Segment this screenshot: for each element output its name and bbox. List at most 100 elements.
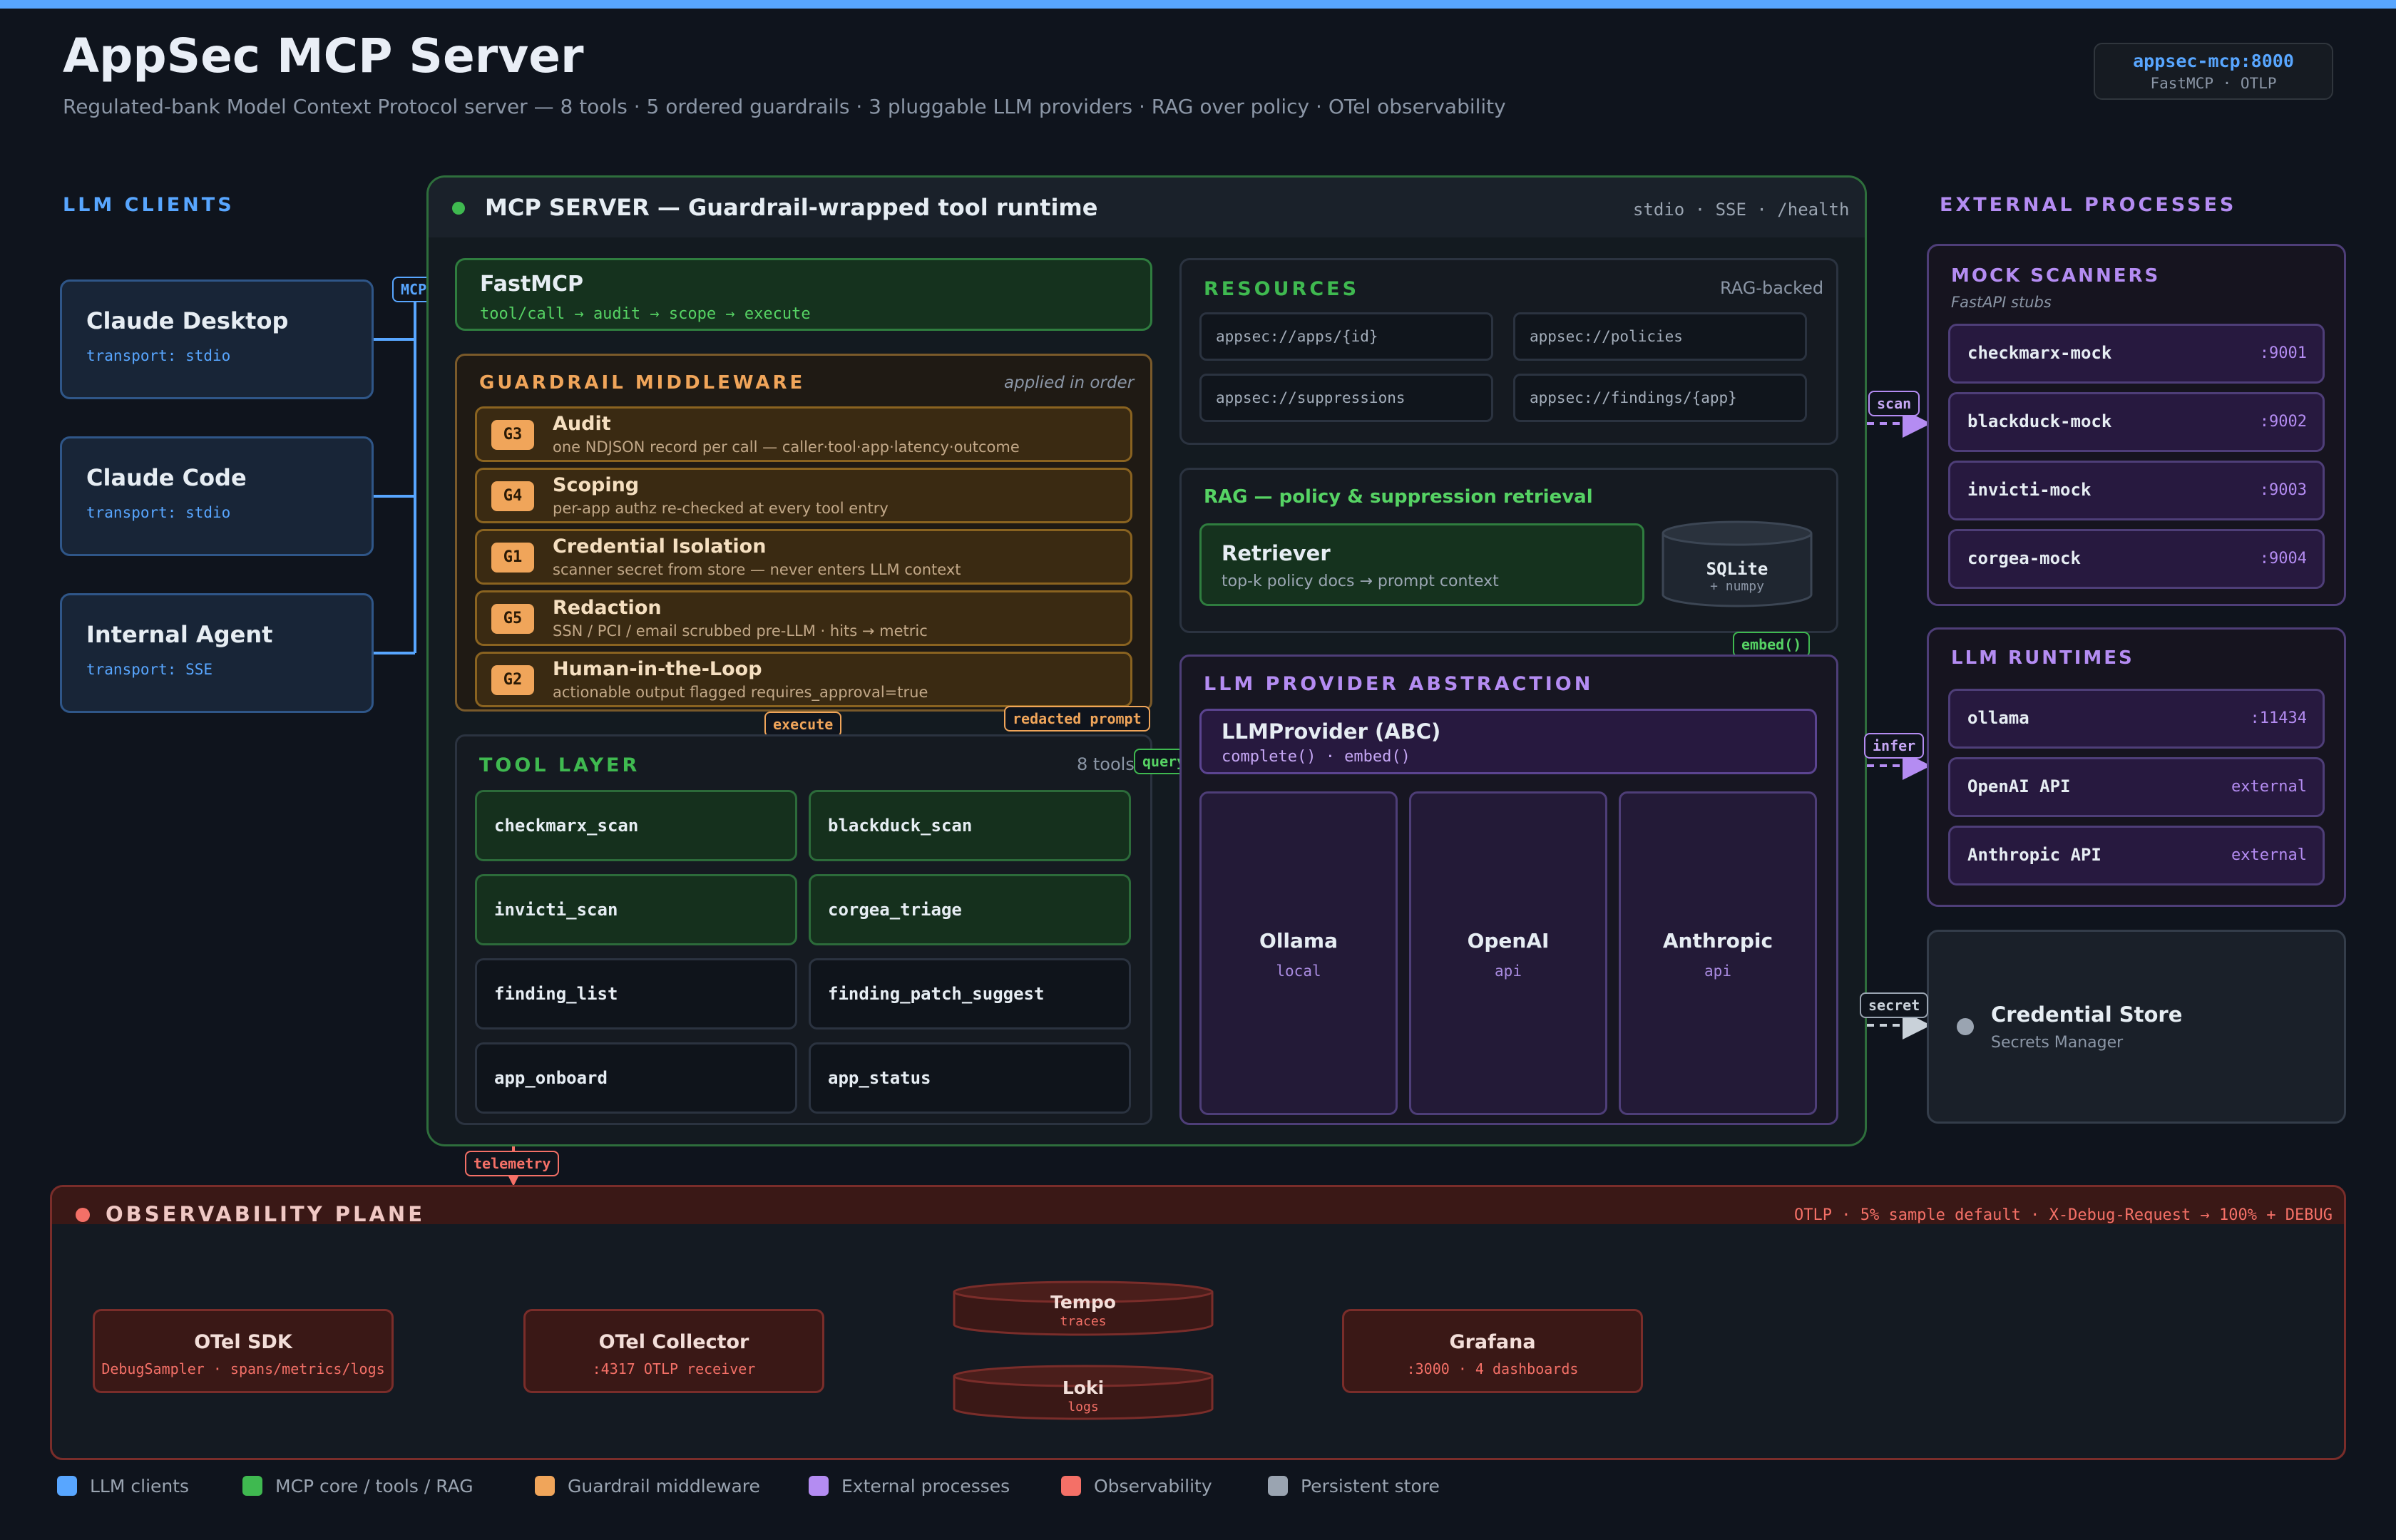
resource-uri[interactable]: appsec://policies <box>1513 312 1807 361</box>
node-name: Grafana <box>1449 1331 1536 1353</box>
runtime-port: :11434 <box>2250 709 2307 727</box>
mock-scanners-sub: FastAPI stubs <box>1951 294 2052 311</box>
runtime-name: Anthropic API <box>1967 845 2101 865</box>
provider-kind: local <box>1276 962 1321 980</box>
retriever-card[interactable]: Retriever top-k policy docs → prompt con… <box>1199 523 1644 606</box>
guardrail-redaction[interactable]: G5 Redaction SSN / PCI / email scrubbed … <box>475 590 1132 646</box>
guardrail-desc: per-app authz re-checked at every tool e… <box>553 500 889 517</box>
guardrail-heading: GUARDRAIL MIDDLEWARE <box>479 372 806 394</box>
credential-store-sub: Secrets Manager <box>1991 1034 2124 1052</box>
provider-name: OpenAI <box>1467 929 1550 953</box>
clients-heading: LLM CLIENTS <box>63 194 235 216</box>
legend-swatch <box>809 1476 829 1496</box>
node-name: OTel Collector <box>598 1331 749 1353</box>
observability-dot-icon <box>76 1208 90 1222</box>
llm-runtimes-heading: LLM RUNTIMES <box>1951 647 2134 669</box>
execute-edge-label: execute <box>764 712 842 737</box>
legend-swatch <box>535 1476 555 1496</box>
legend-swatch <box>1268 1476 1288 1496</box>
client-claude-code[interactable]: Claude Code transport: stdio <box>60 436 374 556</box>
client-name: Internal Agent <box>86 621 273 648</box>
legend-swatch <box>57 1476 77 1496</box>
loki-node[interactable]: Loki logs <box>955 1377 1212 1415</box>
tool-invicti-scan[interactable]: invicti_scan <box>475 874 797 945</box>
legend-swatch <box>1061 1476 1081 1496</box>
scanner-name: invicti-mock <box>1967 480 2092 500</box>
sqlite-sub: + numpy <box>1710 579 1764 594</box>
node-sub: :3000 · 4 dashboards <box>1406 1360 1579 1377</box>
client-claude-desktop[interactable]: Claude Desktop transport: stdio <box>60 279 374 399</box>
scanner-checkmarx-mock[interactable]: checkmarx-mock :9001 <box>1948 324 2325 384</box>
legend-persistent-store: Persistent store <box>1268 1474 1440 1497</box>
resource-uri[interactable]: appsec://suppressions <box>1199 374 1493 422</box>
node-sub: traces <box>1060 1314 1107 1329</box>
tool-corgea-triage[interactable]: corgea_triage <box>809 874 1131 945</box>
guardrail-desc: SSN / PCI / email scrubbed pre-LLM · hit… <box>553 622 928 640</box>
tool-blackduck-scan[interactable]: blackduck_scan <box>809 790 1131 861</box>
guardrail-note: applied in order <box>1004 374 1135 392</box>
runtime-name: OpenAI API <box>1967 776 2071 796</box>
guardrail-scoping[interactable]: G4 Scoping per-app authz re-checked at e… <box>475 468 1132 523</box>
provider-openai[interactable]: OpenAI api <box>1409 791 1607 1115</box>
legend-mcp-core: MCP core / tools / RAG <box>242 1474 473 1497</box>
guardrail-name: Human-in-the-Loop <box>553 658 762 680</box>
tool-finding-patch-suggest[interactable]: finding_patch_suggest <box>809 958 1131 1030</box>
legend-label: Observability <box>1094 1475 1212 1497</box>
credential-store-name: Credential Store <box>1991 1002 2183 1027</box>
telemetry-edge-label: telemetry <box>465 1151 560 1176</box>
abc-name: LLMProvider (ABC) <box>1222 719 1441 744</box>
tool-app-onboard[interactable]: app_onboard <box>475 1042 797 1114</box>
observability-note: OTLP · 5% sample default · X-Debug-Reque… <box>1794 1206 2333 1224</box>
resources-heading: RESOURCES <box>1204 278 1360 300</box>
abc-methods: complete() · embed() <box>1222 748 1411 766</box>
secret-edge-label: secret <box>1860 992 1929 1018</box>
guardrail-audit[interactable]: G3 Audit one NDJSON record per call — ca… <box>475 406 1132 462</box>
runtime-openai-api[interactable]: OpenAI API external <box>1948 757 2325 817</box>
tool-finding-list[interactable]: finding_list <box>475 958 797 1030</box>
client-internal-agent[interactable]: Internal Agent transport: SSE <box>60 593 374 713</box>
retriever-desc: top-k policy docs → prompt context <box>1222 573 1499 590</box>
guardrail-human-in-the-loop[interactable]: G2 Human-in-the-Loop actionable output f… <box>475 652 1132 707</box>
resource-uri[interactable]: appsec://apps/{id} <box>1199 312 1493 361</box>
external-heading: EXTERNAL PROCESSES <box>1940 194 2237 216</box>
retriever-name: Retriever <box>1222 541 1331 565</box>
scanner-corgea-mock[interactable]: corgea-mock :9004 <box>1948 529 2325 589</box>
tool-app-status[interactable]: app_status <box>809 1042 1131 1114</box>
resource-uri[interactable]: appsec://findings/{app} <box>1513 374 1807 422</box>
scanner-blackduck-mock[interactable]: blackduck-mock :9002 <box>1948 392 2325 452</box>
client-transport: transport: stdio <box>86 347 231 364</box>
provider-anthropic[interactable]: Anthropic api <box>1619 791 1817 1115</box>
credential-store-card[interactable] <box>1927 930 2346 1124</box>
scanner-name: blackduck-mock <box>1967 411 2112 431</box>
legend-external: External processes <box>809 1474 1010 1497</box>
tool-checkmarx-scan[interactable]: checkmarx_scan <box>475 790 797 861</box>
guardrail-id: G5 <box>491 604 534 634</box>
node-name: OTel SDK <box>194 1331 292 1353</box>
llm-provider-heading: LLM PROVIDER ABSTRACTION <box>1204 673 1594 695</box>
otel-sdk-node[interactable]: OTel SDK DebugSampler · spans/metrics/lo… <box>93 1309 394 1393</box>
llm-provider-abc[interactable]: LLMProvider (ABC) complete() · embed() <box>1199 709 1817 774</box>
client-transport: transport: stdio <box>86 504 231 521</box>
tool-count: 8 tools <box>1077 754 1135 774</box>
grafana-node[interactable]: Grafana :3000 · 4 dashboards <box>1342 1309 1643 1393</box>
guardrail-id: G1 <box>491 543 534 573</box>
redacted-prompt-edge-label: redacted prompt <box>1004 706 1150 732</box>
node-name: Tempo <box>1050 1292 1116 1313</box>
runtime-anthropic-api[interactable]: Anthropic API external <box>1948 826 2325 885</box>
node-sub: logs <box>1068 1400 1099 1415</box>
provider-ollama[interactable]: Ollama local <box>1199 791 1398 1115</box>
scanner-invicti-mock[interactable]: invicti-mock :9003 <box>1948 461 2325 520</box>
node-sub: :4317 OTLP receiver <box>592 1360 756 1377</box>
fastmcp-card[interactable]: FastMCP tool/call → audit → scope → exec… <box>455 258 1152 331</box>
guardrail-name: Scoping <box>553 474 640 496</box>
mock-scanners-heading: MOCK SCANNERS <box>1951 265 2161 287</box>
provider-kind: api <box>1704 962 1731 980</box>
scanner-port: :9003 <box>2259 481 2307 499</box>
guardrail-credential-isolation[interactable]: G1 Credential Isolation scanner secret f… <box>475 529 1132 585</box>
runtime-port: external <box>2231 778 2307 796</box>
legend-label: LLM clients <box>90 1475 190 1497</box>
legend-swatch <box>242 1476 262 1496</box>
tempo-node[interactable]: Tempo traces <box>955 1292 1212 1329</box>
otel-collector-node[interactable]: OTel Collector :4317 OTLP receiver <box>523 1309 824 1393</box>
runtime-ollama[interactable]: ollama :11434 <box>1948 689 2325 749</box>
